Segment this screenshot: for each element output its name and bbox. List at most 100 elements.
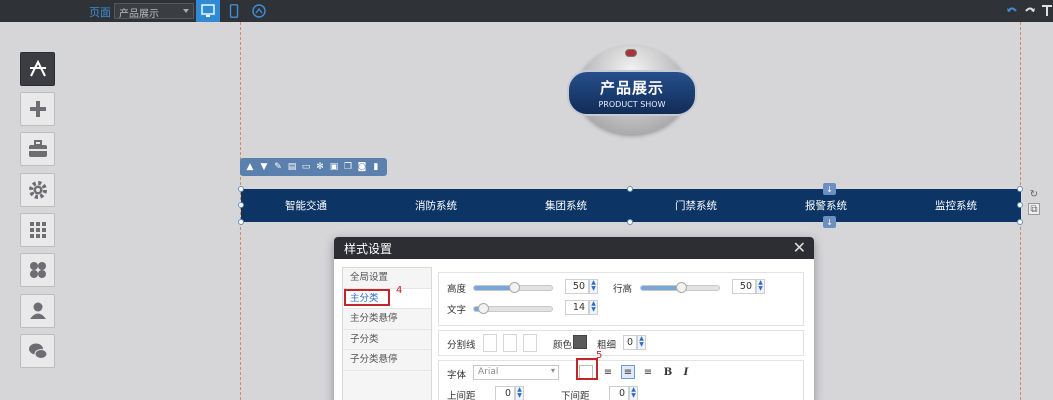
move-down-handle[interactable]: ↓: [823, 216, 836, 228]
product-show-logo[interactable]: 产品展示 PRODUCT SHOW: [567, 44, 697, 136]
divider-option[interactable]: [483, 334, 497, 352]
align-right-icon[interactable]: ≡: [641, 365, 655, 379]
color-label: 颜色: [553, 340, 573, 351]
style-settings-dialog: 样式设置 ✕ 全局设置 主分类 主分类悬停 子分类 子分类悬停 4 高度 50 …: [334, 237, 814, 400]
thickness-label: 粗细: [597, 340, 617, 351]
resize-handle[interactable]: [238, 202, 244, 208]
margin-bottom-input[interactable]: 0: [609, 386, 629, 400]
annotation-number: 4: [396, 285, 403, 296]
text-size-slider[interactable]: [473, 303, 553, 314]
annotation-box: [576, 358, 598, 380]
menu-item-sub-category-hover[interactable]: 子分类悬停: [343, 350, 431, 371]
logo-indicator: [625, 49, 637, 57]
nav-bar: 智能交通 消防系统 集团系统 门禁系统 报警系统 监控系统: [241, 189, 1021, 222]
font-select[interactable]: Arial ▾: [473, 365, 559, 380]
nav-item[interactable]: 消防系统: [371, 198, 501, 213]
nav-item[interactable]: 报警系统: [761, 198, 891, 213]
menu-item-global[interactable]: 全局设置: [343, 268, 431, 289]
color-swatch[interactable]: [573, 335, 587, 349]
rotate-icon[interactable]: ↻: [1028, 188, 1040, 200]
font-section: 字体 Arial ▾ ≡ ≡ ≡ B I 上间距 0 ▲ ▼ 下间距 0 ▲ ▼: [438, 360, 804, 400]
grid-apps-icon: [29, 222, 46, 238]
line-height-label: 行高: [613, 284, 633, 295]
divider-option[interactable]: [523, 334, 537, 352]
nav-item[interactable]: 智能交通: [241, 198, 371, 213]
copy-icon[interactable]: ❐: [342, 161, 354, 173]
line-height-slider[interactable]: [640, 282, 720, 293]
layout-icon[interactable]: ▤: [286, 161, 298, 173]
toolbox-icon: [28, 140, 47, 157]
gear-icon[interactable]: ✻: [314, 161, 326, 173]
wechat-icon: [252, 4, 266, 18]
nav-item[interactable]: 集团系统: [501, 198, 631, 213]
style-icon[interactable]: ▭: [300, 161, 312, 173]
resize-handle[interactable]: [1017, 186, 1023, 192]
close-icon[interactable]: ✕: [793, 238, 806, 257]
sidebar-add-button[interactable]: [20, 92, 55, 126]
logo-subtitle: PRODUCT SHOW: [598, 100, 666, 109]
wechat-view-button[interactable]: [248, 0, 272, 22]
mobile-view-button[interactable]: [222, 0, 246, 22]
logo-title: 产品展示: [599, 79, 664, 97]
sidebar-user-button[interactable]: [20, 294, 55, 328]
logo-band: 产品展示 PRODUCT SHOW: [567, 70, 697, 116]
italic-button[interactable]: I: [679, 365, 693, 379]
align-left-icon[interactable]: ≡: [601, 365, 615, 379]
dialog-menu: 全局设置 主分类 主分类悬停 子分类 子分类悬停: [342, 267, 432, 400]
resize-handle[interactable]: [627, 219, 633, 225]
page-select-value: 产品展示: [119, 9, 159, 20]
resize-handle[interactable]: [1017, 219, 1023, 225]
menu-item-sub-category[interactable]: 子分类: [343, 330, 431, 350]
move-up-icon[interactable]: ▲: [244, 161, 256, 173]
slider-knob[interactable]: [509, 282, 520, 293]
desktop-view-button[interactable]: [196, 0, 220, 22]
pin-icon[interactable]: [1041, 3, 1053, 17]
move-down-handle[interactable]: ↓: [823, 183, 836, 195]
sidebar-chat-button[interactable]: [20, 334, 55, 368]
align-center-icon[interactable]: ≡: [621, 365, 635, 379]
move-down-icon[interactable]: ▼: [258, 161, 270, 173]
resize-handle[interactable]: [627, 186, 633, 192]
copy-module-icon[interactable]: ⧉: [1028, 203, 1040, 215]
resize-handle[interactable]: [238, 219, 244, 225]
redo-icon[interactable]: [1024, 5, 1036, 17]
thickness-spinner[interactable]: ▲ ▼: [637, 335, 646, 350]
desktop-icon: [201, 4, 215, 17]
line-height-spinner[interactable]: ▲ ▼: [756, 279, 765, 294]
height-slider[interactable]: [473, 282, 553, 293]
height-input[interactable]: 50: [565, 279, 589, 294]
bold-button[interactable]: B: [661, 365, 675, 379]
divider-label: 分割线: [447, 340, 476, 351]
nav-item[interactable]: 门禁系统: [631, 198, 761, 213]
menu-item-main-category-hover[interactable]: 主分类悬停: [343, 309, 431, 330]
resize-handle[interactable]: [238, 186, 244, 192]
delete-icon[interactable]: ▮: [370, 161, 382, 173]
mobile-icon: [229, 4, 239, 18]
undo-icon[interactable]: [1006, 5, 1018, 17]
edit-icon[interactable]: ✎: [272, 161, 284, 173]
slider-knob[interactable]: [676, 282, 687, 293]
page-select[interactable]: 产品展示: [114, 3, 194, 20]
line-height-input[interactable]: 50: [732, 279, 756, 294]
lock-icon[interactable]: ◙: [356, 161, 368, 173]
slider-knob[interactable]: [478, 303, 489, 314]
margin-top-label: 上间距: [447, 391, 476, 400]
divider-option[interactable]: [503, 334, 517, 352]
sidebar-toolbox-button[interactable]: [20, 132, 55, 166]
sidebar-apps-button[interactable]: [20, 213, 55, 247]
thickness-input[interactable]: 0: [623, 335, 637, 350]
height-spinner[interactable]: ▲ ▼: [589, 279, 598, 294]
margin-top-spinner[interactable]: ▲ ▼: [515, 386, 524, 400]
text-size-spinner[interactable]: ▲ ▼: [589, 300, 598, 315]
margin-top-input[interactable]: 0: [495, 386, 515, 400]
sidebar-modules-button[interactable]: [20, 253, 55, 287]
text-size-input[interactable]: 14: [565, 300, 589, 315]
margin-bottom-spinner[interactable]: ▲ ▼: [629, 386, 638, 400]
nav-item[interactable]: 监控系统: [891, 198, 1021, 213]
sidebar-design-button[interactable]: [20, 52, 55, 86]
resize-handle[interactable]: [1017, 202, 1023, 208]
font-select-value: Arial: [478, 367, 499, 377]
module-toolbar: ▲ ▼ ✎ ▤ ▭ ✻ ▣ ❐ ◙ ▮: [240, 158, 387, 176]
sidebar-settings-button[interactable]: [20, 173, 55, 207]
save-icon[interactable]: ▣: [328, 161, 340, 173]
